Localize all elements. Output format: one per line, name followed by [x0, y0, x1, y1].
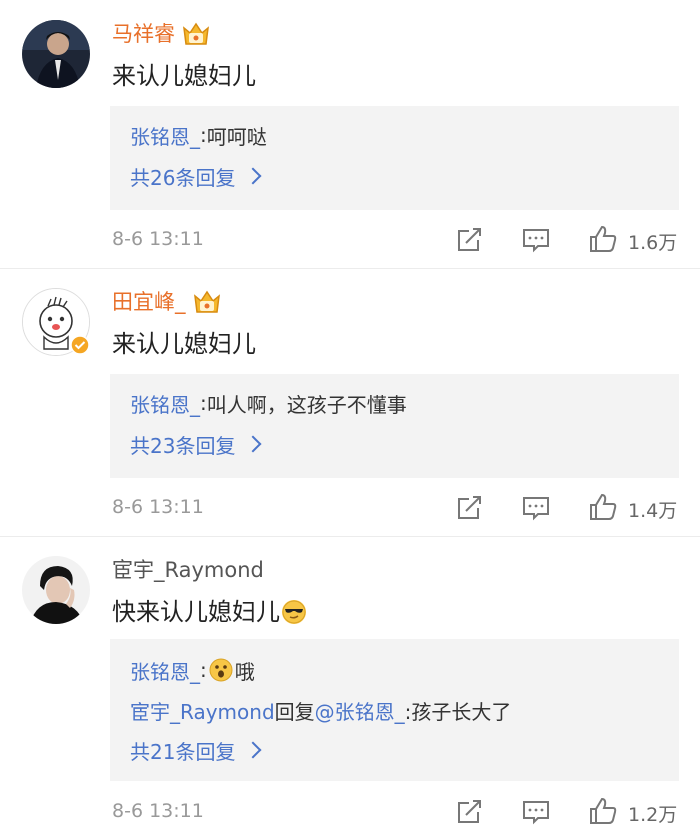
- username-label[interactable]: 田宜峰_: [112, 286, 186, 318]
- view-more-label[interactable]: 共26条回复: [130, 162, 235, 191]
- avatar[interactable]: [22, 556, 90, 624]
- reply-box[interactable]: 张铭恩_: 哦 宦宇_Raymond 回复 @张铭恩_:孩子长大了 共21条回复: [110, 639, 679, 781]
- reply-line[interactable]: 宦宇_Raymond 回复 @张铭恩_:孩子长大了: [130, 695, 511, 725]
- reply-username[interactable]: 张铭恩_: [130, 389, 200, 418]
- comment-icon[interactable]: [521, 493, 551, 523]
- username-label[interactable]: 马祥睿: [112, 18, 175, 50]
- timestamp: 8-6 13:11: [112, 800, 204, 822]
- reply-line[interactable]: 张铭恩_: 哦: [130, 655, 255, 685]
- comment-text: 来认儿媳妇儿: [112, 62, 256, 90]
- verified-icon: [70, 335, 90, 355]
- like-count: 1.2万: [628, 804, 678, 826]
- comment-icon[interactable]: [521, 797, 551, 827]
- crown-icon: [192, 287, 222, 317]
- username[interactable]: 宦宇_Raymond: [112, 554, 264, 586]
- view-more-label[interactable]: 共23条回复: [130, 430, 235, 459]
- surprised-emoji-icon: [209, 658, 233, 682]
- repost-icon[interactable]: [454, 225, 484, 255]
- reply-box[interactable]: 张铭恩_: 叫人啊，这孩子不懂事 共23条回复: [110, 374, 679, 478]
- comment-item: 马祥睿 来认儿媳妇儿 张铭恩_: 呵呵哒 共26条回复 8-6 13:11 1.…: [0, 0, 700, 268]
- chevron-right-icon: [244, 741, 262, 759]
- reply-keyword: 回复: [274, 699, 315, 724]
- avatar[interactable]: [22, 20, 90, 88]
- username[interactable]: 田宜峰_: [112, 286, 222, 318]
- reply-separator: :: [200, 391, 207, 415]
- reply-separator: :: [200, 123, 207, 147]
- repost-icon[interactable]: [454, 493, 484, 523]
- reply-username[interactable]: 张铭恩_: [130, 656, 200, 685]
- username[interactable]: 马祥睿: [112, 18, 211, 50]
- reply-line[interactable]: 张铭恩_: 呵呵哒: [130, 120, 267, 150]
- comment-icon[interactable]: [521, 225, 551, 255]
- reply-text: 哦: [234, 659, 255, 684]
- view-more-replies[interactable]: 共26条回复: [130, 161, 262, 191]
- reply-box[interactable]: 张铭恩_: 呵呵哒 共26条回复: [110, 106, 679, 210]
- reply-text: 呵呵哒: [206, 124, 267, 149]
- reply-username[interactable]: 张铭恩_: [130, 121, 200, 150]
- reply-username[interactable]: 宦宇_Raymond: [130, 696, 275, 725]
- reply-mention[interactable]: @张铭恩_: [315, 696, 405, 725]
- reply-text: :孩子长大了: [404, 699, 512, 724]
- crown-icon: [181, 19, 211, 49]
- cool-emoji-icon: [282, 600, 306, 624]
- chevron-right-icon: [244, 167, 262, 185]
- timestamp: 8-6 13:11: [112, 228, 204, 250]
- like-icon[interactable]: [588, 224, 618, 254]
- comment-item: 田宜峰_ 来认儿媳妇儿 张铭恩_: 叫人啊，这孩子不懂事 共23条回复 8-6 …: [0, 268, 700, 536]
- view-more-label[interactable]: 共21条回复: [130, 736, 235, 765]
- like-count: 1.6万: [628, 232, 678, 254]
- comment-text-label: 快来认儿媳妇儿: [112, 598, 280, 626]
- timestamp: 8-6 13:11: [112, 496, 204, 518]
- reply-line[interactable]: 张铭恩_: 叫人啊，这孩子不懂事: [130, 388, 407, 418]
- like-count: 1.4万: [628, 500, 678, 522]
- reply-separator: :: [200, 658, 207, 682]
- like-icon[interactable]: [588, 492, 618, 522]
- repost-icon[interactable]: [454, 797, 484, 827]
- username-label[interactable]: 宦宇_Raymond: [112, 554, 264, 586]
- comment-text: 快来认儿媳妇儿: [112, 595, 306, 629]
- view-more-replies[interactable]: 共23条回复: [130, 429, 262, 459]
- comment-item: 宦宇_Raymond 快来认儿媳妇儿 张铭恩_: 哦 宦宇_Raymond 回复 @: [0, 536, 700, 840]
- comment-text: 来认儿媳妇儿: [112, 330, 256, 358]
- like-icon[interactable]: [588, 796, 618, 826]
- view-more-replies[interactable]: 共21条回复: [130, 735, 262, 765]
- reply-text: 叫人啊，这孩子不懂事: [206, 392, 407, 417]
- chevron-right-icon: [244, 435, 262, 453]
